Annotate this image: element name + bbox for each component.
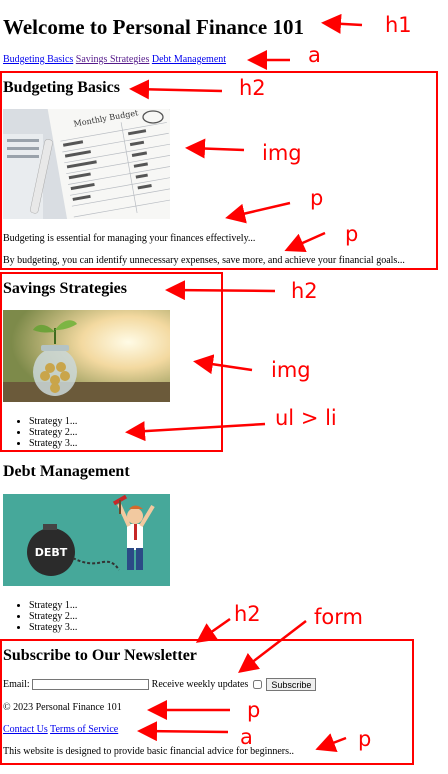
annotation-label-img-budgeting: img xyxy=(262,141,302,165)
annotation-label-h2-newsletter: h2 xyxy=(234,602,261,626)
annotation-label-p-footer-2: p xyxy=(358,727,372,751)
annotation-label-form: form xyxy=(314,605,363,629)
annotation-label-p-footer: p xyxy=(247,698,261,722)
annotation-label-h1: h1 xyxy=(385,13,412,37)
annotation-label-a: a xyxy=(308,43,321,67)
annotation-label-h2-budgeting: h2 xyxy=(239,76,266,100)
annotation-label-p-2: p xyxy=(345,222,359,246)
annotation-arrows xyxy=(125,13,363,752)
annotation-label-p-1: p xyxy=(310,186,324,210)
annotation-label-ul-li: ul > li xyxy=(275,406,337,430)
annotation-label-h2-savings: h2 xyxy=(291,279,318,303)
annotation-label-img-savings: img xyxy=(271,358,311,382)
annotation-label-a-footer: a xyxy=(240,725,253,749)
